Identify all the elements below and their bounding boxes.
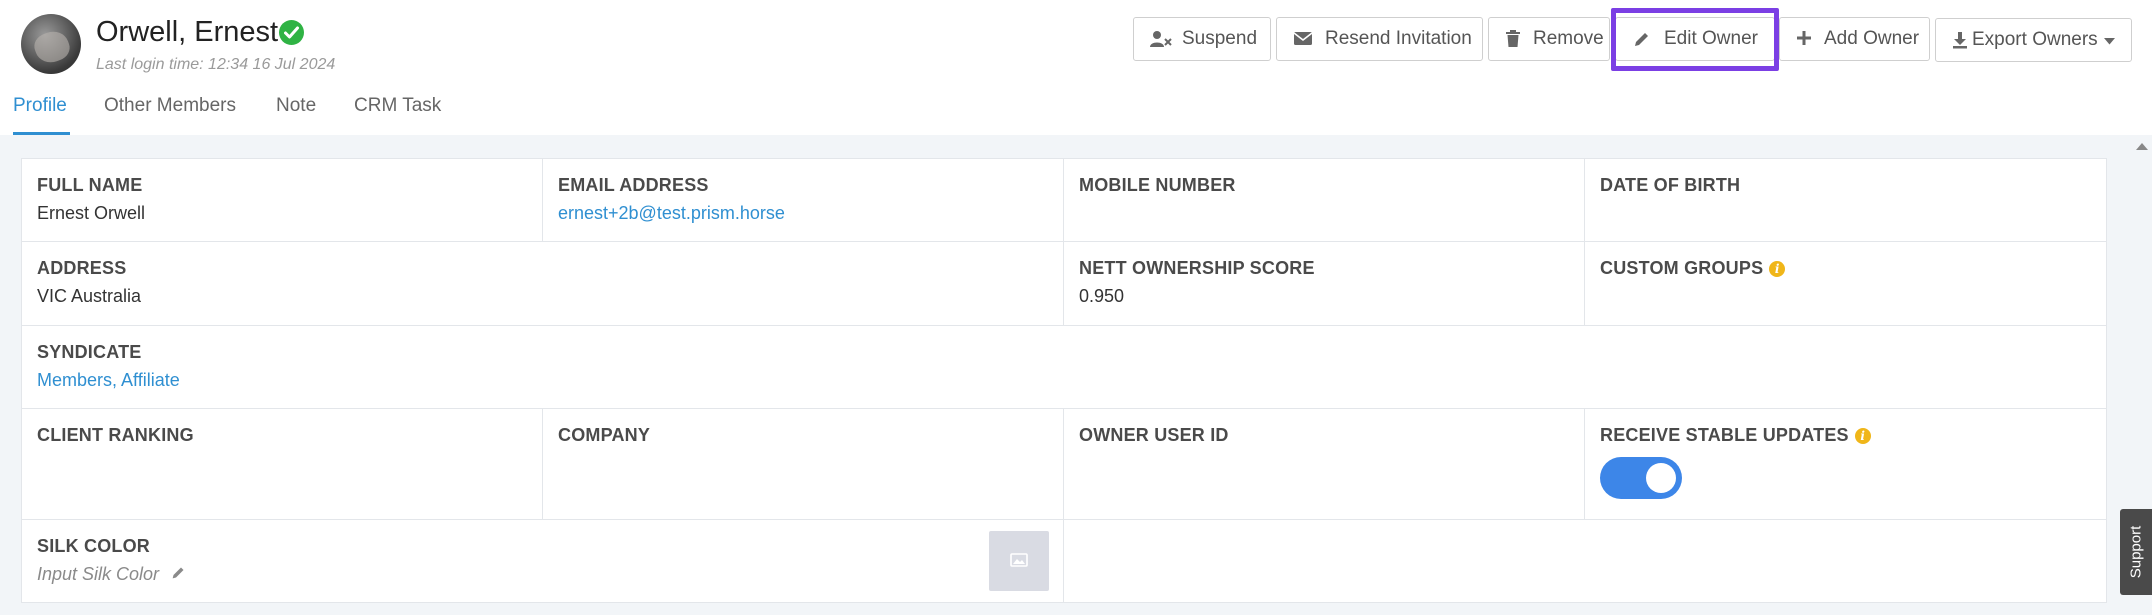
edit-owner-label: Edit Owner xyxy=(1664,28,1758,49)
tab-profile[interactable]: Profile xyxy=(13,90,70,135)
tab-note[interactable]: Note xyxy=(276,90,316,135)
pencil-icon[interactable] xyxy=(171,564,186,585)
email-label: EMAIL ADDRESS xyxy=(558,175,709,195)
syndicate-link[interactable]: Members, Affiliate xyxy=(37,370,2091,391)
nett-ownership-cell: NETT OWNERSHIP SCORE 0.950 xyxy=(1064,242,1585,326)
suspend-label: Suspend xyxy=(1182,28,1258,49)
owner-user-id-label: OWNER USER ID xyxy=(1079,425,1229,445)
owner-avatar xyxy=(21,14,81,74)
owner-user-id-cell: OWNER USER ID xyxy=(1064,409,1585,520)
full-name-value: Ernest Orwell xyxy=(37,203,146,223)
check-circle-icon xyxy=(279,20,304,45)
user-times-icon xyxy=(1150,30,1172,48)
last-login-time: Last login time: 12:34 16 Jul 2024 xyxy=(96,56,336,73)
silk-color-input[interactable]: Input Silk Color xyxy=(37,564,1048,585)
address-value: VIC Australia xyxy=(37,286,142,306)
full-name-cell: FULL NAME Ernest Orwell xyxy=(22,159,543,242)
tab-label: Note xyxy=(276,95,317,116)
custom-groups-heading: CUSTOM GROUPS i xyxy=(1600,258,2091,279)
receive-stable-updates-label: RECEIVE STABLE UPDATES xyxy=(1600,425,1849,445)
info-icon[interactable]: i xyxy=(1854,427,1871,444)
nett-ownership-value: 0.950 xyxy=(1079,286,1125,306)
trash-icon xyxy=(1505,30,1521,48)
mobile-cell: MOBILE NUMBER xyxy=(1064,159,1585,242)
email-cell: EMAIL ADDRESS ernest+2b@test.prism.horse xyxy=(543,159,1064,242)
company-label: COMPANY xyxy=(558,425,651,445)
syndicate-label: SYNDICATE xyxy=(37,342,142,362)
empty-cell xyxy=(1064,520,2106,602)
silk-color-cell: SILK COLOR Input Silk Color xyxy=(22,520,1064,602)
address-label: ADDRESS xyxy=(37,258,127,278)
mobile-label: MOBILE NUMBER xyxy=(1079,175,1236,195)
page-header: Orwell, Ernest Last login time: 12:34 16… xyxy=(0,0,2152,135)
remove-label: Remove xyxy=(1533,28,1604,49)
resend-invitation-label: Resend Invitation xyxy=(1325,28,1472,49)
address-cell: ADDRESS VIC Australia xyxy=(22,242,1064,326)
support-label: Support xyxy=(2127,525,2145,579)
scrollbar-up-arrow[interactable] xyxy=(2136,143,2148,150)
custom-groups-cell: CUSTOM GROUPS i xyxy=(1585,242,2106,326)
info-icon[interactable]: i xyxy=(1769,260,1786,277)
tab-other-members[interactable]: Other Members xyxy=(104,90,236,135)
tab-label: Profile xyxy=(13,95,67,116)
add-owner-label: Add Owner xyxy=(1824,28,1920,49)
client-ranking-cell: CLIENT RANKING xyxy=(22,409,543,520)
profile-content: FULL NAME Ernest Orwell EMAIL ADDRESS er… xyxy=(0,135,2152,615)
resend-invitation-button[interactable]: Resend Invitation xyxy=(1276,17,1483,61)
syndicate-cell: SYNDICATE Members, Affiliate xyxy=(22,326,2106,409)
suspend-button[interactable]: Suspend xyxy=(1133,17,1271,61)
support-tab[interactable]: Support xyxy=(2120,509,2152,595)
tab-label: Other Members xyxy=(104,95,236,116)
export-owners-label: Export Owners xyxy=(1972,29,2098,50)
silk-color-label: SILK COLOR xyxy=(37,536,150,556)
silk-image-placeholder[interactable] xyxy=(989,531,1049,591)
toggle-knob xyxy=(1646,463,1676,493)
receive-stable-updates-cell: RECEIVE STABLE UPDATES i xyxy=(1585,409,2106,520)
email-link[interactable]: ernest+2b@test.prism.horse xyxy=(558,203,1048,224)
add-owner-button[interactable]: Add Owner xyxy=(1779,17,1930,61)
pencil-icon xyxy=(1632,30,1652,48)
plus-icon xyxy=(1796,30,1812,48)
image-icon xyxy=(1010,553,1028,567)
nett-ownership-label: NETT OWNERSHIP SCORE xyxy=(1079,258,1315,278)
export-owners-button[interactable]: Export Owners xyxy=(1935,18,2132,62)
dob-label: DATE OF BIRTH xyxy=(1600,175,1741,195)
tab-label: CRM Task xyxy=(354,95,442,116)
company-cell: COMPANY xyxy=(543,409,1064,520)
custom-groups-label: CUSTOM GROUPS xyxy=(1600,258,1764,278)
envelope-icon xyxy=(1293,30,1313,48)
download-icon xyxy=(1952,31,1968,49)
silk-color-placeholder: Input Silk Color xyxy=(37,564,160,584)
owner-name: Orwell, Ernest xyxy=(96,16,279,48)
full-name-label: FULL NAME xyxy=(37,175,143,195)
client-ranking-label: CLIENT RANKING xyxy=(37,425,194,445)
edit-owner-button[interactable]: Edit Owner xyxy=(1615,17,1775,61)
dob-cell: DATE OF BIRTH xyxy=(1585,159,2106,242)
receive-stable-updates-toggle[interactable] xyxy=(1600,457,1682,499)
tab-crm-task[interactable]: CRM Task xyxy=(354,90,441,135)
profile-card: FULL NAME Ernest Orwell EMAIL ADDRESS er… xyxy=(21,158,2107,603)
remove-button[interactable]: Remove xyxy=(1488,17,1610,61)
caret-down-icon xyxy=(2103,29,2115,51)
receive-stable-updates-heading: RECEIVE STABLE UPDATES i xyxy=(1600,425,2091,446)
